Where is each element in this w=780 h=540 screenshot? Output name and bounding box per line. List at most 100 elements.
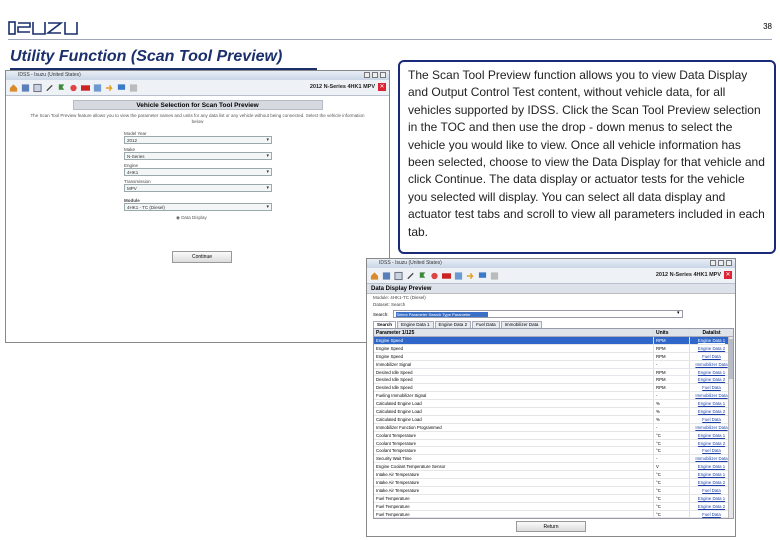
table-row[interactable]: Security Wait Time - Immobilizer Data [374,455,733,464]
datalist-link[interactable]: Immobilizer Data [690,424,733,431]
datalist-link[interactable]: Engine Data 2 [690,376,733,383]
continue-button[interactable]: Continue [172,251,232,263]
tools-icon[interactable] [406,271,415,281]
arrow-icon[interactable] [466,271,475,281]
table-row[interactable]: Fuel Temperature °C Engine Data 1 [374,494,733,503]
scroll-thumb[interactable] [729,339,733,379]
datalist-link[interactable]: Engine Data 1 [690,495,733,502]
close-icon[interactable]: ✕ [378,83,386,91]
table-row[interactable]: Fueling Immobilizer Signal - Immobilizer D… [374,392,733,401]
table-row[interactable]: Coolant Temperature °C Engine Data 1 [374,431,733,440]
datalist-link[interactable]: Fuel Data [690,447,733,454]
datalist-link[interactable]: Engine Data 2 [690,440,733,447]
datalist-link[interactable]: Engine Data 2 [690,479,733,486]
flag-icon[interactable] [418,271,427,281]
datalist-link[interactable]: Engine Data 1 [690,463,733,470]
monitor-icon[interactable] [478,271,487,281]
close-window-button[interactable] [726,260,732,266]
settings-icon[interactable] [69,83,78,93]
grid-scrollbar[interactable] [728,337,733,519]
table-row[interactable]: Engine Speed RPM Fuel Data [374,352,733,361]
tablet-icon[interactable] [93,83,102,93]
table-row[interactable]: Engine Coolant Temperature Sensor V Engine… [374,463,733,472]
search-input[interactable]: Select Parameter Search Type Parameter [392,310,683,318]
table-row[interactable]: Desired Idle Speed RPM Engine Data 1 [374,368,733,377]
book-icon[interactable] [21,83,30,93]
table-row[interactable]: Calculated Engine Load% Engine Data 1 [374,400,733,409]
datalist-link[interactable]: Fuel Data [690,416,733,423]
home-icon[interactable] [9,83,18,93]
settings-icon[interactable] [430,271,439,281]
datalist-link[interactable]: Immobilizer Data [690,455,733,462]
table-row[interactable]: Fuel Temperature °C Fuel Data [374,510,733,519]
table-row[interactable]: Calculated Engine Load% Engine Data 2 [374,408,733,416]
engine-select[interactable]: 4HK1 [124,168,272,176]
datalist-link[interactable]: Engine Data 1 [690,471,733,478]
table-row[interactable]: Intake Air Temperature °C Engine Data 1 [374,471,733,480]
tab-engine-data-2[interactable]: Engine Data 2 [434,321,472,328]
panel-icon[interactable] [394,271,403,281]
datalist-link[interactable]: Engine Data 2 [690,503,733,510]
tab-immobilizer-data[interactable]: Immobilizer Data [500,321,543,328]
tools-icon[interactable] [45,83,54,93]
datalist-link[interactable]: Immobilizer Data [690,361,733,368]
table-row[interactable]: Calculated Engine Load% Fuel Data [374,415,733,424]
table-row[interactable]: Desired Idle Speed RPM Fuel Data [374,384,733,393]
datalist-link[interactable]: Fuel Data [690,487,733,494]
table-row[interactable]: Intake Air Temperature °C Engine Data 2 [374,479,733,487]
save-icon[interactable] [129,83,138,93]
model-year-select[interactable]: 2012 [124,136,272,144]
close-icon[interactable]: ✕ [724,271,732,279]
table-row[interactable]: Immobilizer Function Programmed - Immobili… [374,423,733,432]
datalist-link[interactable]: Fuel Data [690,511,733,518]
arrow-icon[interactable] [105,83,114,93]
units-cell: RPM [654,344,690,352]
datalist-link[interactable]: Engine Data 2 [690,345,733,352]
data-display-radio[interactable]: ◉ Data Display [176,215,389,221]
close-window-button[interactable] [380,72,386,78]
tab-engine-data-1[interactable]: Engine Data 1 [397,321,434,328]
drm-icon[interactable] [442,271,451,281]
parameter-cell: Engine Speed [374,352,654,360]
return-button[interactable]: Return [516,521,586,532]
minimize-button[interactable] [364,72,370,78]
tab-fuel-data[interactable]: Fuel Data [472,321,500,328]
datalist-link[interactable]: Engine Data 1 [690,369,733,376]
save-icon[interactable] [490,271,499,281]
datalist-link[interactable]: Fuel Data [690,384,733,391]
maximize-button[interactable] [372,72,378,78]
drm-icon[interactable] [81,83,90,93]
make-select[interactable]: N-Series [124,152,272,160]
datalist-link[interactable]: Engine Data 2 [690,408,733,415]
table-row[interactable]: Coolant Temperature °C Engine Data 2 [374,439,733,448]
parameter-column-header[interactable]: Parameter 1/125 [374,329,654,336]
table-row[interactable]: Desired Idle Speed RPM Engine Data 2 [374,376,733,385]
transmission-select[interactable]: MPV [124,184,272,192]
units-column-header[interactable]: Units [654,329,690,336]
parameter-cell: Immobilizer Signal [374,360,654,368]
monitor-icon[interactable] [117,83,126,93]
datalist-link[interactable]: Engine Data 1 [690,337,733,344]
home-icon[interactable] [370,271,379,281]
datalist-tabs: Search Engine Data 1 Engine Data 2 Fuel Dat… [367,321,735,328]
table-row[interactable]: Coolant Temperature °C Fuel Data [374,447,733,456]
datalist-link[interactable]: Immobilizer Data [690,392,733,399]
maximize-button[interactable] [718,260,724,266]
datalist-column-header[interactable]: Datalist [690,329,733,336]
panel-icon[interactable] [33,83,42,93]
table-row[interactable]: Immobilizer Signal - Immobilizer Data [374,360,733,369]
datalist-link[interactable]: Engine Data 1 [690,432,733,439]
tablet-icon[interactable] [454,271,463,281]
module-select[interactable]: 4HK1 - TC (Diesel) [124,203,272,211]
table-row[interactable]: Engine Speed RPM Engine Data 2 [374,344,733,353]
table-row[interactable]: Intake Air Temperature °C Fuel Data [374,486,733,495]
minimize-button[interactable] [710,260,716,266]
table-row[interactable]: Fuel Temperature °C Engine Data 2 [374,502,733,511]
book-icon[interactable] [382,271,391,281]
units-cell: % [654,415,690,423]
datalist-link[interactable]: Fuel Data [690,353,733,360]
flag-icon[interactable] [57,83,66,93]
tab-search[interactable]: Search [373,321,397,328]
table-row[interactable]: Engine Speed RPM Engine Data 1 [374,337,733,345]
datalist-link[interactable]: Engine Data 1 [690,400,733,407]
